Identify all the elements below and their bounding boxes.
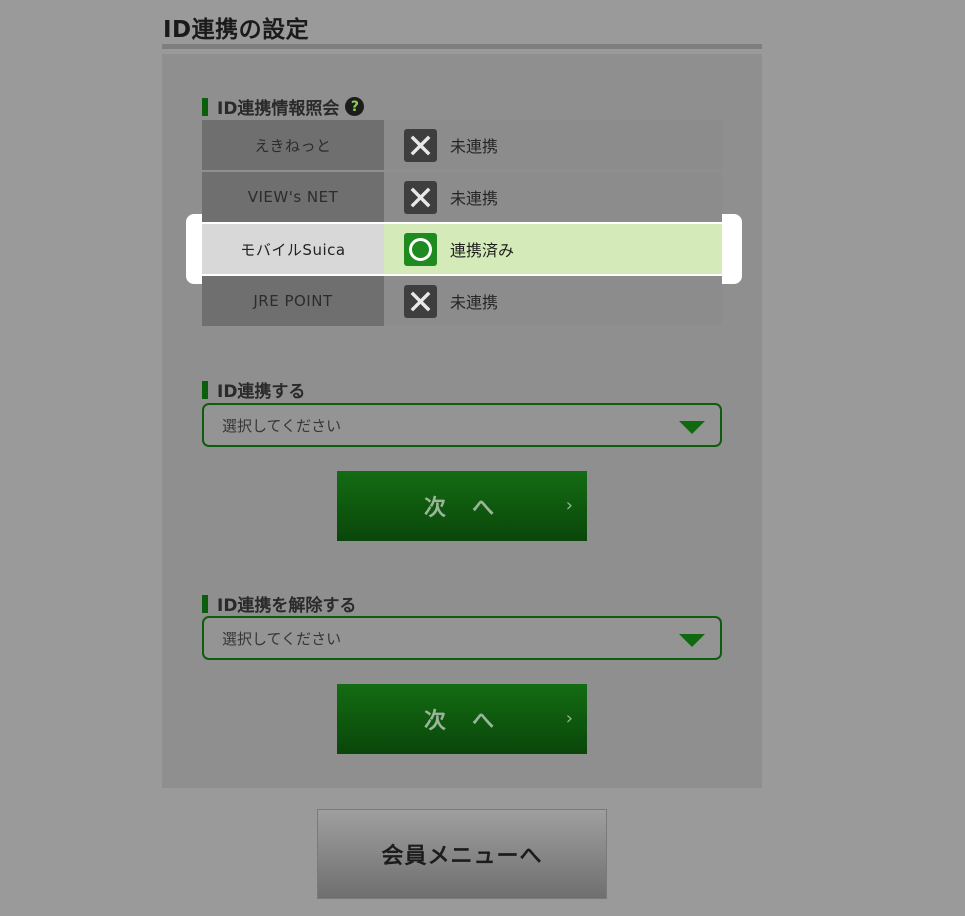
next-button-label: 次へ [423, 496, 520, 521]
status-text: 連携済み [450, 241, 515, 260]
x-icon [404, 180, 437, 214]
link-next-button[interactable]: 次へ › [337, 471, 587, 541]
status-row-viewsnet: VIEW's NET 未連携 [202, 172, 722, 222]
status-text: 未連携 [450, 137, 499, 156]
next-button-label: 次へ [423, 709, 520, 734]
select-value: 選択してください [222, 629, 342, 648]
x-icon [404, 128, 437, 162]
page-title: ID連携の設定 [163, 17, 310, 43]
status-cell: 未連携 [384, 172, 722, 222]
link-section-title: ID連携する [217, 382, 306, 402]
unlink-next-button[interactable]: 次へ › [337, 684, 587, 754]
status-cell: 連携済み [384, 224, 722, 274]
link-service-select[interactable]: 選択してください [202, 403, 722, 447]
heading-marker [202, 594, 208, 613]
status-cell: 未連携 [384, 276, 722, 326]
status-section-heading: ID連携情報照会 ? [202, 94, 365, 119]
dropdown-arrow-icon [679, 634, 705, 647]
x-icon [404, 284, 437, 318]
link-section-heading: ID連携する [202, 377, 305, 402]
chevron-right-icon: › [565, 708, 573, 729]
status-cell: 未連携 [384, 120, 722, 170]
heading-marker [202, 380, 208, 399]
status-section-title: ID連携情報照会 [217, 99, 340, 119]
status-row-mobile-suica: モバイルSuica 連携済み [202, 224, 722, 274]
service-name: VIEW's NET [202, 172, 384, 222]
status-text: 未連携 [450, 293, 499, 312]
service-name: えきねっと [202, 120, 384, 170]
service-name: モバイルSuica [202, 224, 384, 274]
unlink-section-heading: ID連携を解除する [202, 591, 356, 616]
title-divider [162, 44, 762, 49]
service-name: JRE POINT [202, 276, 384, 326]
unlink-service-select[interactable]: 選択してください [202, 616, 722, 660]
unlink-section-title: ID連携を解除する [217, 596, 357, 616]
status-table: えきねっと 未連携 VIEW's NET 未連携 モバイルSuica 連携済み … [202, 120, 722, 328]
status-text: 未連携 [450, 189, 499, 208]
heading-marker [202, 97, 208, 116]
member-menu-button[interactable]: 会員メニューへ [317, 809, 607, 899]
dropdown-arrow-icon [679, 421, 705, 434]
help-icon[interactable]: ? [345, 97, 365, 116]
chevron-right-icon: › [565, 495, 573, 516]
status-row-ekinet: えきねっと 未連携 [202, 120, 722, 170]
status-row-jre-point: JRE POINT 未連携 [202, 276, 722, 326]
circle-icon [404, 232, 437, 266]
select-value: 選択してください [222, 416, 342, 435]
